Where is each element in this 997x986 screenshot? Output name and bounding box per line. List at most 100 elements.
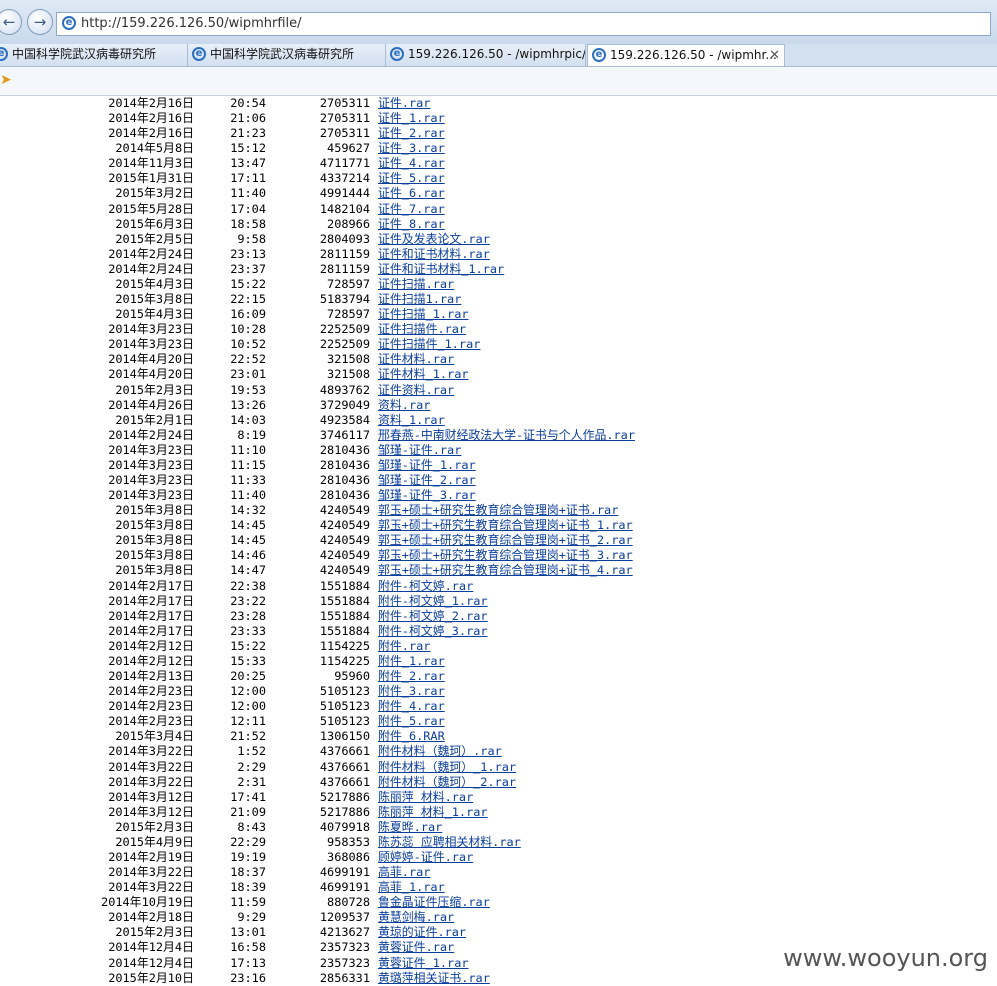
- file-link[interactable]: 附件_1.rar: [378, 654, 445, 669]
- file-link[interactable]: 证件扫描_1.rar: [378, 307, 469, 322]
- tab-1[interactable]: e 中国科学院武汉病毒研究所: [0, 44, 188, 66]
- file-link[interactable]: 黄慧剑梅.rar: [378, 910, 454, 925]
- file-link[interactable]: 郭玉+硕士+研究生教育综合管理岗+证书_1.rar: [378, 518, 633, 533]
- file-link[interactable]: 附件_5.rar: [378, 714, 445, 729]
- file-date: 2014年3月23日: [108, 457, 194, 472]
- file-row: 2015年3月8日 22:15 5183794 证件扫描1.rar: [0, 292, 461, 307]
- file-link[interactable]: 证件_7.rar: [378, 202, 445, 217]
- file-link[interactable]: 顾婷婷-证件.rar: [378, 850, 473, 865]
- file-link[interactable]: 证件材料_1.rar: [378, 367, 469, 382]
- file-date: 2015年4月3日: [115, 276, 194, 291]
- file-link[interactable]: 证件材料.rar: [378, 352, 454, 367]
- file-date: 2014年3月22日: [108, 865, 194, 880]
- file-link[interactable]: 高菲_1.rar: [378, 880, 445, 895]
- file-time: 15:12: [230, 141, 266, 156]
- file-link[interactable]: 郭玉+硕士+研究生教育综合管理岗+证书_3.rar: [378, 548, 633, 563]
- file-row: 2014年2月17日 23:33 1551884 附件-柯文婷_3.rar: [0, 623, 488, 639]
- file-time: 9:58: [237, 231, 266, 246]
- file-link[interactable]: 邹瑾-证件_2.rar: [378, 473, 476, 488]
- file-row: 2014年2月16日 21:23 2705311 证件_2.rar: [0, 126, 445, 141]
- file-link[interactable]: 证件_1.rar: [378, 111, 445, 126]
- file-size: 728597: [327, 307, 370, 322]
- file-link[interactable]: 证件资料.rar: [378, 383, 454, 398]
- file-link[interactable]: 黄璐萍相关证书.rar: [378, 971, 490, 986]
- file-link[interactable]: 资料_1.rar: [378, 413, 445, 428]
- file-link[interactable]: 证件和证书材料_1.rar: [378, 262, 504, 277]
- file-link[interactable]: 邢春燕-中南财经政法大学-证书与个人作品.rar: [378, 428, 635, 443]
- file-size: 1551884: [319, 623, 370, 638]
- file-link[interactable]: 邹瑾-证件_3.rar: [378, 488, 476, 503]
- file-link[interactable]: 资料.rar: [378, 398, 430, 413]
- file-time: 11:40: [230, 488, 266, 503]
- file-row: 2014年3月22日 2:31 4376661 附件材料（魏珂）_2.rar: [0, 775, 516, 790]
- file-date: 2014年2月23日: [108, 684, 194, 699]
- file-link[interactable]: 郭玉+硕士+研究生教育综合管理岗+证书.rar: [378, 503, 618, 518]
- file-link[interactable]: 陈丽萍 材料.rar: [378, 790, 473, 805]
- file-date: 2014年2月16日: [108, 111, 194, 126]
- file-link[interactable]: 邹瑾-证件_1.rar: [378, 458, 476, 473]
- file-link[interactable]: 附件材料（魏珂）_2.rar: [378, 775, 516, 790]
- tab-2[interactable]: e 中国科学院武汉病毒研究所: [188, 44, 386, 66]
- file-link[interactable]: 附件.rar: [378, 639, 430, 654]
- file-link[interactable]: 高菲.rar: [378, 865, 430, 880]
- home-icon[interactable]: ➤: [0, 72, 12, 88]
- file-link[interactable]: 证件_2.rar: [378, 126, 445, 141]
- file-link[interactable]: 附件_6.RAR: [378, 729, 445, 744]
- file-link[interactable]: 证件及发表论文.rar: [378, 232, 490, 247]
- file-row: 2014年3月12日 21:09 5217886 陈丽萍 材料_1.rar: [0, 804, 488, 820]
- file-size: 2705311: [319, 111, 370, 126]
- file-link[interactable]: 证件_6.rar: [378, 186, 445, 201]
- file-row: 2014年12月4日 16:58 2357323 黄蓉证件.rar: [0, 940, 454, 955]
- forward-button[interactable]: →: [27, 9, 53, 35]
- file-time: 21:09: [230, 804, 266, 819]
- file-link[interactable]: 郭玉+硕士+研究生教育综合管理岗+证书_4.rar: [378, 563, 633, 578]
- file-link[interactable]: 黄琼的证件.rar: [378, 925, 466, 940]
- file-link[interactable]: 黄蓉证件_1.rar: [378, 956, 469, 971]
- file-link[interactable]: 证件_3.rar: [378, 141, 445, 156]
- file-link[interactable]: 附件-柯文婷_2.rar: [378, 609, 488, 624]
- file-link[interactable]: 附件_3.rar: [378, 684, 445, 699]
- file-link[interactable]: 证件扫描.rar: [378, 277, 454, 292]
- file-size: 2856331: [319, 970, 370, 985]
- file-link[interactable]: 黄蓉证件.rar: [378, 940, 454, 955]
- file-link[interactable]: 附件-柯文婷_1.rar: [378, 594, 488, 609]
- file-link[interactable]: 证件扫描件.rar: [378, 322, 466, 337]
- file-link[interactable]: 证件_8.rar: [378, 217, 445, 232]
- file-link[interactable]: 附件材料（魏珂）.rar: [378, 744, 502, 759]
- file-link[interactable]: 附件_2.rar: [378, 669, 445, 684]
- file-time: 18:39: [230, 880, 266, 895]
- file-link[interactable]: 附件-柯文婷_3.rar: [378, 624, 488, 639]
- file-link[interactable]: 陈夏晔.rar: [378, 820, 442, 835]
- file-row: 2014年3月23日 11:10 2810436 邹瑾-证件.rar: [0, 443, 461, 458]
- file-link[interactable]: 证件.rar: [378, 96, 430, 111]
- file-link[interactable]: 附件-柯文婷.rar: [378, 579, 473, 594]
- file-link[interactable]: 陈丽萍 材料_1.rar: [378, 805, 488, 820]
- file-time: 11:10: [230, 442, 266, 457]
- address-bar[interactable]: e http://159.226.126.50/wipmhrfile/: [56, 12, 991, 36]
- file-link[interactable]: 证件_5.rar: [378, 171, 445, 186]
- file-date: 2015年4月9日: [115, 834, 194, 849]
- file-link[interactable]: 附件_4.rar: [378, 699, 445, 714]
- back-button[interactable]: ←: [0, 9, 22, 35]
- file-date: 2014年12月4日: [108, 955, 194, 970]
- file-link[interactable]: 证件扫描件_1.rar: [378, 337, 480, 352]
- file-size: 4079918: [319, 819, 370, 834]
- file-row: 2014年12月4日 17:13 2357323 黄蓉证件_1.rar: [0, 955, 469, 971]
- file-link[interactable]: 附件材料（魏珂）_1.rar: [378, 760, 516, 775]
- file-row: 2014年2月12日 15:33 1154225 附件_1.rar: [0, 654, 445, 669]
- file-row: 2015年3月8日 14:32 4240549 郭玉+硕士+研究生教育综合管理岗+证书…: [0, 503, 618, 518]
- file-link[interactable]: 邹瑾-证件.rar: [378, 443, 461, 458]
- file-link[interactable]: 鲁金晶证件压缩.rar: [378, 895, 490, 910]
- tab-3[interactable]: e 159.226.126.50 - /wipmhrpic/: [386, 44, 586, 66]
- file-size: 2252509: [319, 337, 370, 352]
- file-link[interactable]: 郭玉+硕士+研究生教育综合管理岗+证书_2.rar: [378, 533, 633, 548]
- file-date: 2014年3月23日: [108, 488, 194, 503]
- file-link[interactable]: 证件_4.rar: [378, 156, 445, 171]
- file-time: 18:37: [230, 865, 266, 880]
- file-link[interactable]: 证件和证书材料.rar: [378, 247, 490, 262]
- file-link[interactable]: 陈苏蕊 应聘相关材料.rar: [378, 835, 521, 850]
- close-icon[interactable]: ✕: [769, 45, 780, 66]
- file-link[interactable]: 证件扫描1.rar: [378, 292, 461, 307]
- file-row: 2014年3月22日 1:52 4376661 附件材料（魏珂）.rar: [0, 744, 502, 759]
- tab-4-active[interactable]: e 159.226.126.50 - /wipmhr... ✕: [587, 44, 785, 66]
